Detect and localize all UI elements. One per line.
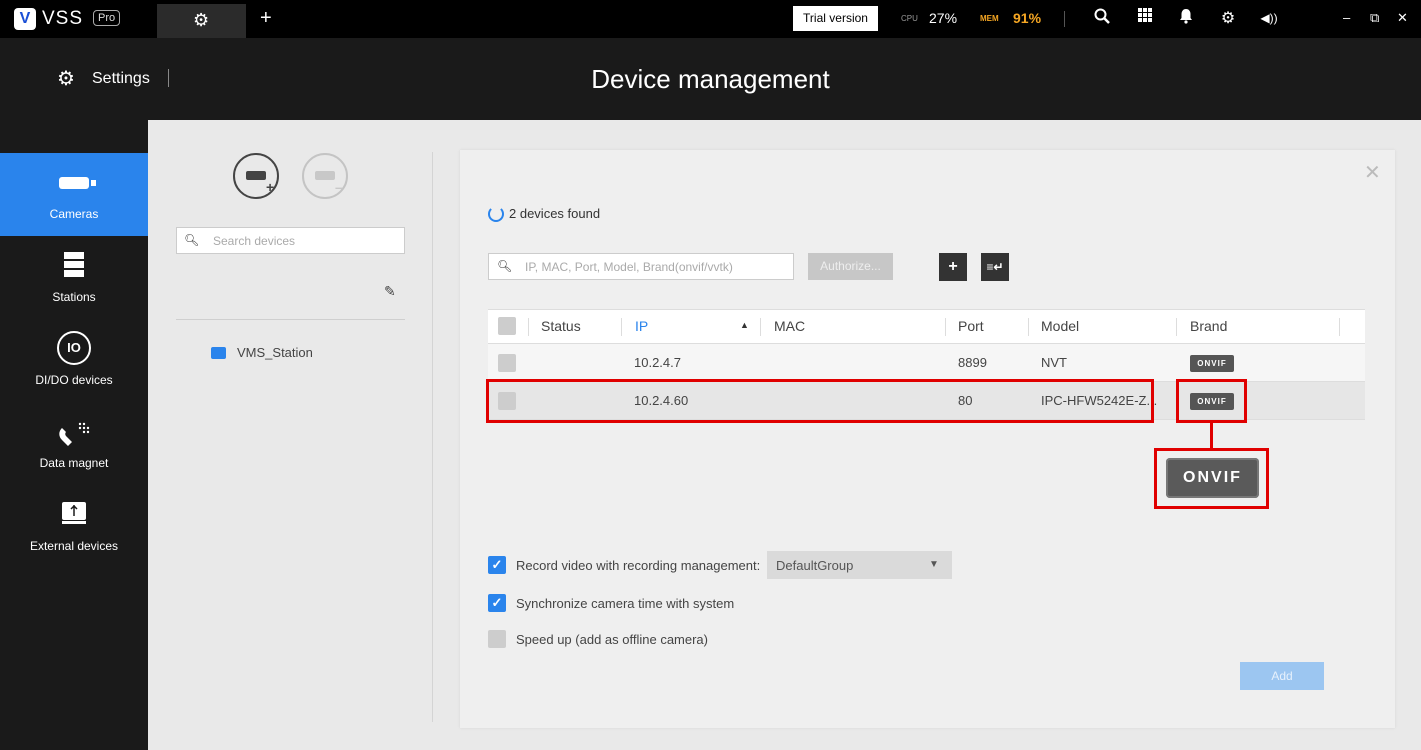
column-brand[interactable]: Brand (1190, 318, 1227, 334)
sidebar-item-data-magnet[interactable]: Data magnet (0, 402, 148, 485)
station-item[interactable]: VMS_Station (237, 345, 313, 360)
magnet-icon (0, 418, 148, 452)
search-icon: 🔍︎ (184, 233, 200, 247)
highlight-brand-box (1176, 379, 1247, 423)
column-divider (760, 318, 761, 336)
sync-time-label: Synchronize camera time with system (516, 596, 735, 611)
page-header: ⚙ Settings Device management (0, 38, 1421, 120)
column-divider (1339, 318, 1340, 336)
sidebar-item-cameras[interactable]: Cameras (0, 153, 148, 236)
camera-icon (246, 171, 266, 180)
callout-line (1210, 423, 1213, 449)
devices-found-text: 2 devices found (509, 206, 601, 221)
brand-badge: ONVIF (1190, 355, 1234, 372)
column-divider (528, 318, 529, 336)
sidebar-item-label: Stations (52, 290, 96, 304)
sidebar-item-label: DI/DO devices (35, 373, 113, 387)
sidebar-item-external-devices[interactable]: External devices (0, 485, 148, 568)
trial-version-button[interactable]: Trial version (793, 6, 878, 31)
device-search-input[interactable]: 🔍︎ Search devices (176, 227, 405, 254)
row-ip: 10.2.4.7 (634, 355, 681, 370)
mem-label: MEM (980, 14, 999, 23)
vss-logo-icon: V (14, 8, 36, 30)
top-bar: V VSS Pro ⚙ + Trial version CPU 27% MEM … (0, 0, 1421, 38)
edition-badge: Pro (93, 10, 121, 26)
brand-badge-zoomed: ONVIF (1166, 458, 1259, 498)
sidebar-item-label: Cameras (49, 207, 99, 221)
sidebar: Cameras Stations IO DI/DO devices Data m… (0, 120, 148, 750)
column-model[interactable]: Model (1041, 318, 1079, 334)
app-brand: VSS (42, 8, 84, 29)
sidebar-item-label: External devices (29, 539, 119, 553)
camera-icon (315, 171, 335, 180)
close-icon[interactable]: ✕ (1364, 160, 1381, 185)
column-divider (1028, 318, 1029, 336)
column-divider (945, 318, 946, 336)
server-icon (0, 252, 148, 284)
panel-divider (432, 152, 433, 722)
column-divider (1176, 318, 1177, 336)
speed-up-label: Speed up (add as offline camera) (516, 632, 708, 647)
highlight-row-box (486, 379, 1154, 423)
select-all-checkbox[interactable] (498, 317, 516, 335)
search-icon: 🔍︎ (497, 259, 513, 273)
remove-camera-button[interactable]: – (302, 153, 348, 199)
volume-icon[interactable]: ◀)) (1259, 11, 1279, 25)
mem-value: 91% (1013, 10, 1042, 26)
settings-gear-icon[interactable]: ⚙ (1218, 8, 1238, 28)
import-list-button[interactable]: ≡↵ (981, 253, 1009, 281)
sync-time-checkbox[interactable]: ✓ (488, 594, 506, 612)
minus-icon: – (335, 179, 343, 195)
add-manually-button[interactable]: + (939, 253, 967, 281)
device-filter-input[interactable]: 🔍︎ IP, MAC, Port, Model, Brand(onvif/vvt… (488, 253, 794, 280)
tab-settings[interactable]: ⚙ (157, 4, 246, 38)
recording-group-select[interactable]: DefaultGroup ▼ (767, 551, 952, 579)
record-video-checkbox[interactable]: ✓ (488, 556, 506, 574)
device-list-panel (148, 120, 433, 750)
bell-icon[interactable] (1176, 8, 1196, 29)
filter-placeholder: IP, MAC, Port, Model, Brand(onvif/vvtk) (525, 260, 733, 274)
add-button[interactable]: Add (1240, 662, 1324, 690)
table-row[interactable]: 10.2.4.7 8899 NVT ONVIF (488, 344, 1365, 382)
search-icon[interactable] (1092, 8, 1112, 29)
row-model: NVT (1041, 355, 1067, 370)
plus-icon: + (266, 179, 275, 195)
add-camera-button[interactable]: + (233, 153, 279, 199)
usb-icon (0, 501, 148, 531)
grid-icon[interactable] (1135, 8, 1155, 27)
authorize-button[interactable]: Authorize... (808, 253, 893, 280)
chevron-down-icon: ▼ (929, 559, 939, 570)
column-mac[interactable]: MAC (774, 318, 805, 334)
sort-ascending-icon: ▲ (740, 320, 749, 330)
table-header: Status IP MAC Port Model Brand (488, 309, 1365, 344)
search-placeholder: Search devices (213, 234, 296, 248)
restore-icon[interactable]: ⧉ (1370, 10, 1379, 26)
row-checkbox[interactable] (498, 354, 516, 372)
column-status[interactable]: Status (541, 318, 581, 334)
list-divider (176, 319, 405, 320)
speed-up-checkbox[interactable] (488, 630, 506, 648)
row-port: 8899 (958, 355, 987, 370)
record-video-label: Record video with recording management: (516, 558, 761, 573)
column-ip[interactable]: IP (635, 318, 648, 334)
loading-spinner-icon (488, 206, 504, 222)
minimize-icon[interactable]: – (1343, 10, 1350, 25)
column-divider (621, 318, 622, 336)
new-tab-button[interactable]: + (260, 7, 272, 30)
folder-icon (211, 347, 226, 359)
edit-icon[interactable]: ✎ (384, 283, 396, 300)
io-icon: IO (0, 331, 148, 365)
sidebar-item-label: Data magnet (39, 456, 109, 470)
toolbar-divider (1064, 11, 1065, 27)
select-value: DefaultGroup (776, 558, 854, 573)
camera-icon (0, 169, 148, 195)
sidebar-item-stations[interactable]: Stations (0, 236, 148, 319)
cpu-label: CPU (901, 14, 918, 23)
close-window-icon[interactable]: ✕ (1397, 10, 1408, 26)
page-title: Device management (591, 64, 830, 94)
cpu-value: 27% (929, 10, 958, 26)
gear-icon: ⚙ (193, 10, 210, 30)
column-port[interactable]: Port (958, 318, 984, 334)
sidebar-item-dido[interactable]: IO DI/DO devices (0, 319, 148, 402)
